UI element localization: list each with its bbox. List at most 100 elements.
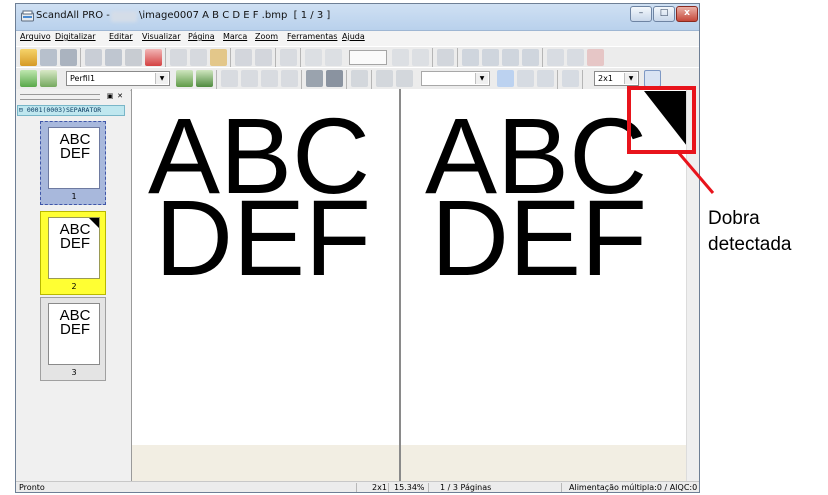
- chevron-down-icon: ▼: [475, 73, 488, 84]
- menu-editar[interactable]: Editar: [109, 32, 133, 41]
- rotate-180-icon[interactable]: [502, 49, 519, 66]
- menu-arquivo[interactable]: Arquivo: [20, 32, 51, 41]
- menu-zoom[interactable]: Zoom: [255, 32, 278, 41]
- page-last-icon[interactable]: [281, 70, 298, 87]
- page-next-icon[interactable]: [261, 70, 278, 87]
- profile-select[interactable]: Perfil1 ▼: [66, 71, 170, 86]
- copy-icon[interactable]: [190, 49, 207, 66]
- right-page-text-def: DEF: [431, 177, 647, 298]
- fit-width-icon[interactable]: [517, 70, 534, 87]
- undo-icon[interactable]: [235, 49, 252, 66]
- page-first-icon[interactable]: [221, 70, 238, 87]
- minimize-icon: –: [638, 8, 644, 18]
- output-icon[interactable]: [567, 49, 584, 66]
- clip-icon[interactable]: [587, 49, 604, 66]
- layers-icon[interactable]: [326, 70, 343, 87]
- move-page-icon[interactable]: [392, 49, 409, 66]
- menu-ferramentas[interactable]: Ferramentas: [287, 32, 337, 41]
- main-toolbar: [16, 46, 699, 69]
- settings-icon[interactable]: [351, 70, 368, 87]
- panel-close-icon[interactable]: ✕: [116, 92, 124, 100]
- zoom-select[interactable]: ▼: [421, 71, 490, 86]
- fold-corner-marker: [89, 218, 99, 228]
- collapse-icon: ⊟: [19, 106, 27, 114]
- paste-icon[interactable]: [210, 49, 227, 66]
- menu-ajuda[interactable]: Ajuda: [342, 32, 365, 41]
- rotate-right-icon[interactable]: [482, 49, 499, 66]
- callout-label-line1: Dobra: [708, 208, 760, 229]
- status-pages: 1 / 3 Páginas: [440, 483, 492, 492]
- thumbnail-panel: ▣ ✕ ⊟ 0001(0003)SEPARATOR ABC DEF 1 ABC …: [16, 89, 130, 481]
- save-all-icon[interactable]: [60, 49, 77, 66]
- separator-label[interactable]: ⊟ 0001(0003)SEPARATOR: [17, 105, 125, 116]
- close-icon: x: [684, 8, 690, 18]
- magnifier-icon[interactable]: [562, 70, 579, 87]
- view-layout-select[interactable]: 2x1 ▼: [594, 71, 639, 86]
- profile-select-value: Perfil1: [70, 74, 96, 83]
- minimize-button[interactable]: –: [630, 6, 652, 22]
- swap-page-icon[interactable]: [412, 49, 429, 66]
- status-bar: Pronto 2x1 15.34% 1 / 3 Páginas Alimenta…: [16, 481, 700, 492]
- callout-label-line2: detectada: [708, 234, 792, 255]
- panel-restore-icon[interactable]: ▣: [106, 92, 114, 100]
- thumbnail-number: 2: [71, 282, 77, 291]
- scan-start-icon[interactable]: [20, 70, 37, 87]
- grid-view-icon[interactable]: [644, 70, 661, 87]
- scan-settings-icon[interactable]: [40, 70, 57, 87]
- application-window: ScandAll PRO - \image0007 A B C D E F .b…: [15, 3, 700, 493]
- page-prev-icon[interactable]: [241, 70, 258, 87]
- status-feed-info: Alimentação múltipla:0 / AIQC:0 /: [569, 483, 700, 492]
- image-viewer[interactable]: ABC DEF ABC DEF: [131, 89, 687, 481]
- toolbar-field[interactable]: [349, 50, 387, 65]
- status-view-mode: 2x1: [372, 483, 387, 492]
- scanner-icon[interactable]: [105, 49, 122, 66]
- open-folder-icon[interactable]: [20, 49, 37, 66]
- chevron-down-icon: ▼: [624, 73, 637, 84]
- save-icon[interactable]: [40, 49, 57, 66]
- merge-icon[interactable]: [396, 70, 413, 87]
- window-title-suffix: \image0007 A B C D E F .bmp [ 1 / 3 ]: [139, 10, 331, 21]
- panel-grip[interactable]: [20, 94, 100, 100]
- flip-icon[interactable]: [522, 49, 539, 66]
- menu-marca[interactable]: Marca: [223, 32, 247, 41]
- thumbnail-page: ABC DEF: [48, 217, 100, 279]
- properties-icon[interactable]: [280, 49, 297, 66]
- scan-profile-icon[interactable]: [176, 70, 193, 87]
- page-divider: [399, 89, 401, 481]
- close-button[interactable]: x: [676, 6, 698, 22]
- check-icon[interactable]: [547, 49, 564, 66]
- split-icon[interactable]: [376, 70, 393, 87]
- menu-digitalizar[interactable]: Digitalizar: [55, 32, 96, 41]
- crop-axis-icon[interactable]: [497, 70, 514, 87]
- append-page-icon[interactable]: [325, 49, 342, 66]
- menu-visualizar[interactable]: Visualizar: [142, 32, 181, 41]
- view-layout-value: 2x1: [598, 74, 613, 83]
- stack-icon[interactable]: [306, 70, 323, 87]
- thumbnail-1[interactable]: ABC DEF 1: [40, 121, 106, 205]
- thumbnail-text: ABC DEF: [59, 131, 91, 162]
- chevron-down-icon: ▼: [155, 73, 168, 84]
- cut-icon[interactable]: [170, 49, 187, 66]
- insert-page-icon[interactable]: [305, 49, 322, 66]
- title-bar: ScandAll PRO - \image0007 A B C D E F .b…: [16, 4, 699, 31]
- batch-icon[interactable]: [437, 49, 454, 66]
- status-zoom: 15.34%: [394, 483, 425, 492]
- scan-icon[interactable]: [125, 49, 142, 66]
- redacted-path: [111, 11, 137, 22]
- fit-page-icon[interactable]: [537, 70, 554, 87]
- rotate-left-icon[interactable]: [462, 49, 479, 66]
- redo-icon[interactable]: [255, 49, 272, 66]
- print-icon[interactable]: [85, 49, 102, 66]
- thumbnail-page: ABC DEF: [48, 127, 100, 189]
- status-ready: Pronto: [19, 483, 45, 492]
- secondary-toolbar: Perfil1 ▼ ▼ 2x1 ▼: [16, 67, 699, 91]
- separator-label-text: 0001(0003)SEPARATOR: [26, 106, 102, 114]
- thumbnail-3[interactable]: ABC DEF 3: [40, 297, 106, 381]
- maximize-button[interactable]: □: [653, 6, 675, 22]
- thumbnail-number: 3: [71, 368, 77, 377]
- left-page-text-def: DEF: [155, 177, 371, 298]
- thumbnail-2[interactable]: ABC DEF 2: [40, 211, 106, 295]
- delete-page-icon[interactable]: [145, 49, 162, 66]
- scan-continue-icon[interactable]: [196, 70, 213, 87]
- menu-pagina[interactable]: Página: [188, 32, 215, 41]
